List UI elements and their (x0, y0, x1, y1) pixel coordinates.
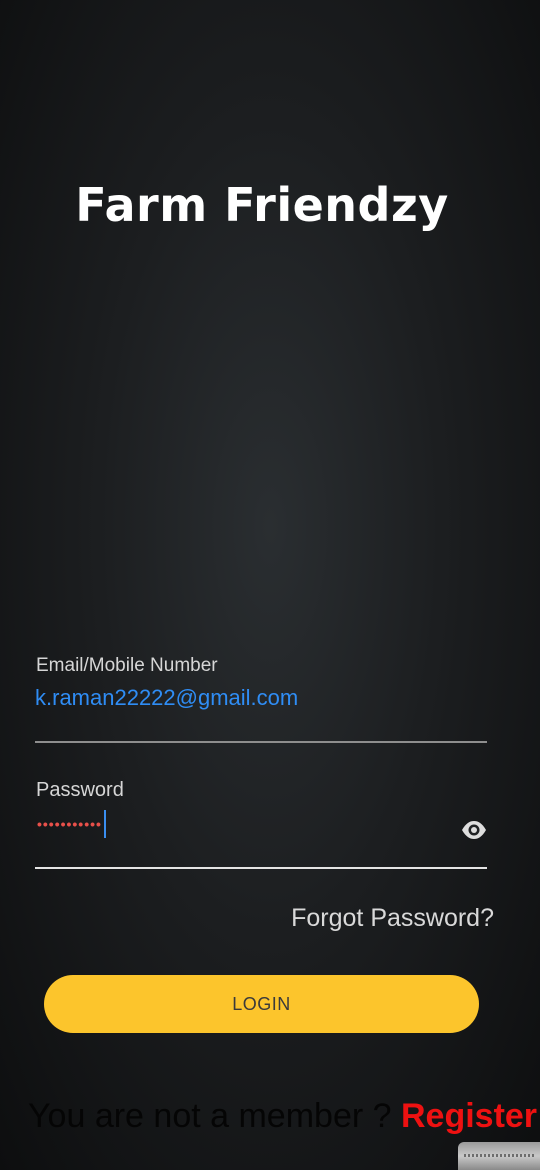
register-prompt: You are not a member ? Register (28, 1097, 537, 1136)
email-label: Email/Mobile Number (36, 655, 218, 676)
eye-icon[interactable] (460, 818, 488, 842)
email-field-underline (35, 741, 487, 743)
register-link[interactable]: Register (401, 1097, 537, 1135)
password-label: Password (36, 779, 124, 801)
member-text: You are not a member ? (28, 1097, 401, 1135)
email-field[interactable] (35, 685, 475, 711)
password-field-underline (35, 867, 487, 869)
login-screen: Farm Friendzy Email/Mobile Number Passwo… (0, 0, 540, 1170)
password-field[interactable]: ••••••••••• (37, 810, 106, 838)
login-button[interactable]: LOGIN (44, 975, 479, 1033)
text-caret (103, 810, 106, 838)
nav-handle (458, 1142, 540, 1170)
password-mask: ••••••••••• (37, 816, 102, 832)
app-title: Farm Friendzy (75, 178, 449, 232)
forgot-password-link[interactable]: Forgot Password? (291, 904, 494, 933)
nav-handle-grip (464, 1154, 534, 1157)
